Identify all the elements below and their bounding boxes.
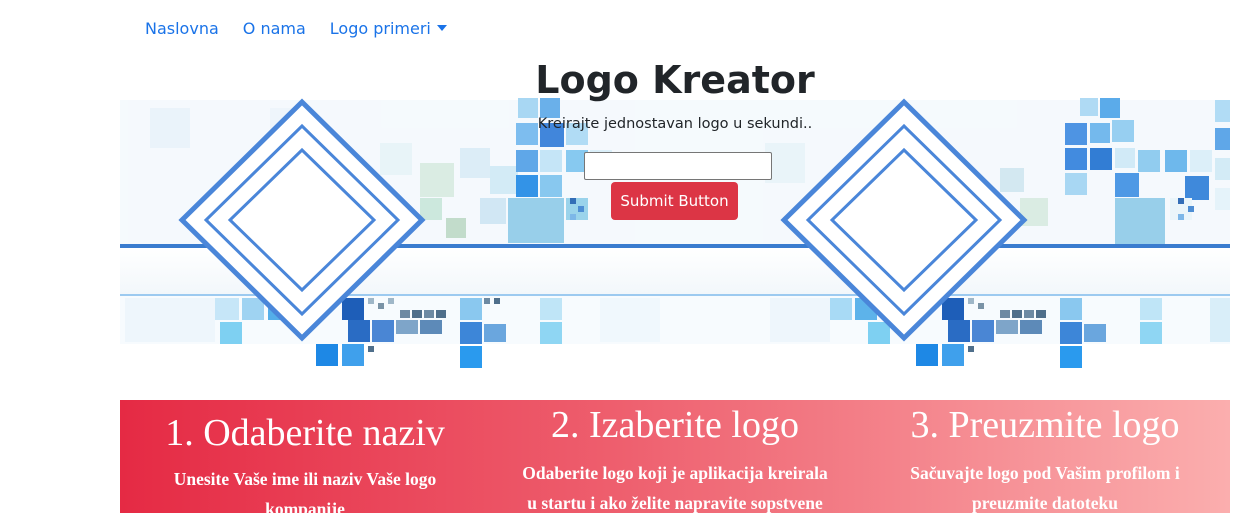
- step-title: 3. Preuzmite logo: [910, 404, 1180, 446]
- page-title: Logo Kreator: [535, 58, 815, 102]
- nav-dropdown-logo-examples[interactable]: Logo primeri: [318, 19, 459, 38]
- steps-section: 1. Odaberite naziv Unesite Vaše ime ili …: [120, 400, 1230, 513]
- caret-down-icon: [436, 24, 447, 31]
- step-card-1: 1. Odaberite naziv Unesite Vaše ime ili …: [120, 400, 490, 513]
- hero-banner: Logo Kreator Kreirajte jednostavan logo …: [120, 48, 1230, 378]
- hero-subtitle: Kreirajte jednostavan logo u sekundi..: [537, 116, 813, 132]
- nav-dropdown-label: Logo primeri: [329, 18, 431, 38]
- nav-link-about[interactable]: O nama: [231, 19, 318, 38]
- step-text: Unesite Vaše ime ili naziv Vaše logo kom…: [173, 469, 437, 513]
- submit-button[interactable]: Submit Button: [611, 182, 738, 220]
- step-text: Odaberite logo koji je aplikacija kreira…: [522, 463, 828, 513]
- step-title: 2. Izaberite logo: [551, 404, 799, 446]
- step-text: Sačuvajte logo pod Vašim profilom i preu…: [910, 463, 1180, 513]
- step-card-3: 3. Preuzmite logo Sačuvajte logo pod Vaš…: [860, 400, 1230, 513]
- step-title: 1. Odaberite naziv: [165, 412, 445, 454]
- logo-name-input[interactable]: [584, 152, 772, 180]
- nav-link-home[interactable]: Naslovna: [133, 19, 231, 38]
- step-card-2: 2. Izaberite logo Odaberite logo koji je…: [490, 400, 860, 513]
